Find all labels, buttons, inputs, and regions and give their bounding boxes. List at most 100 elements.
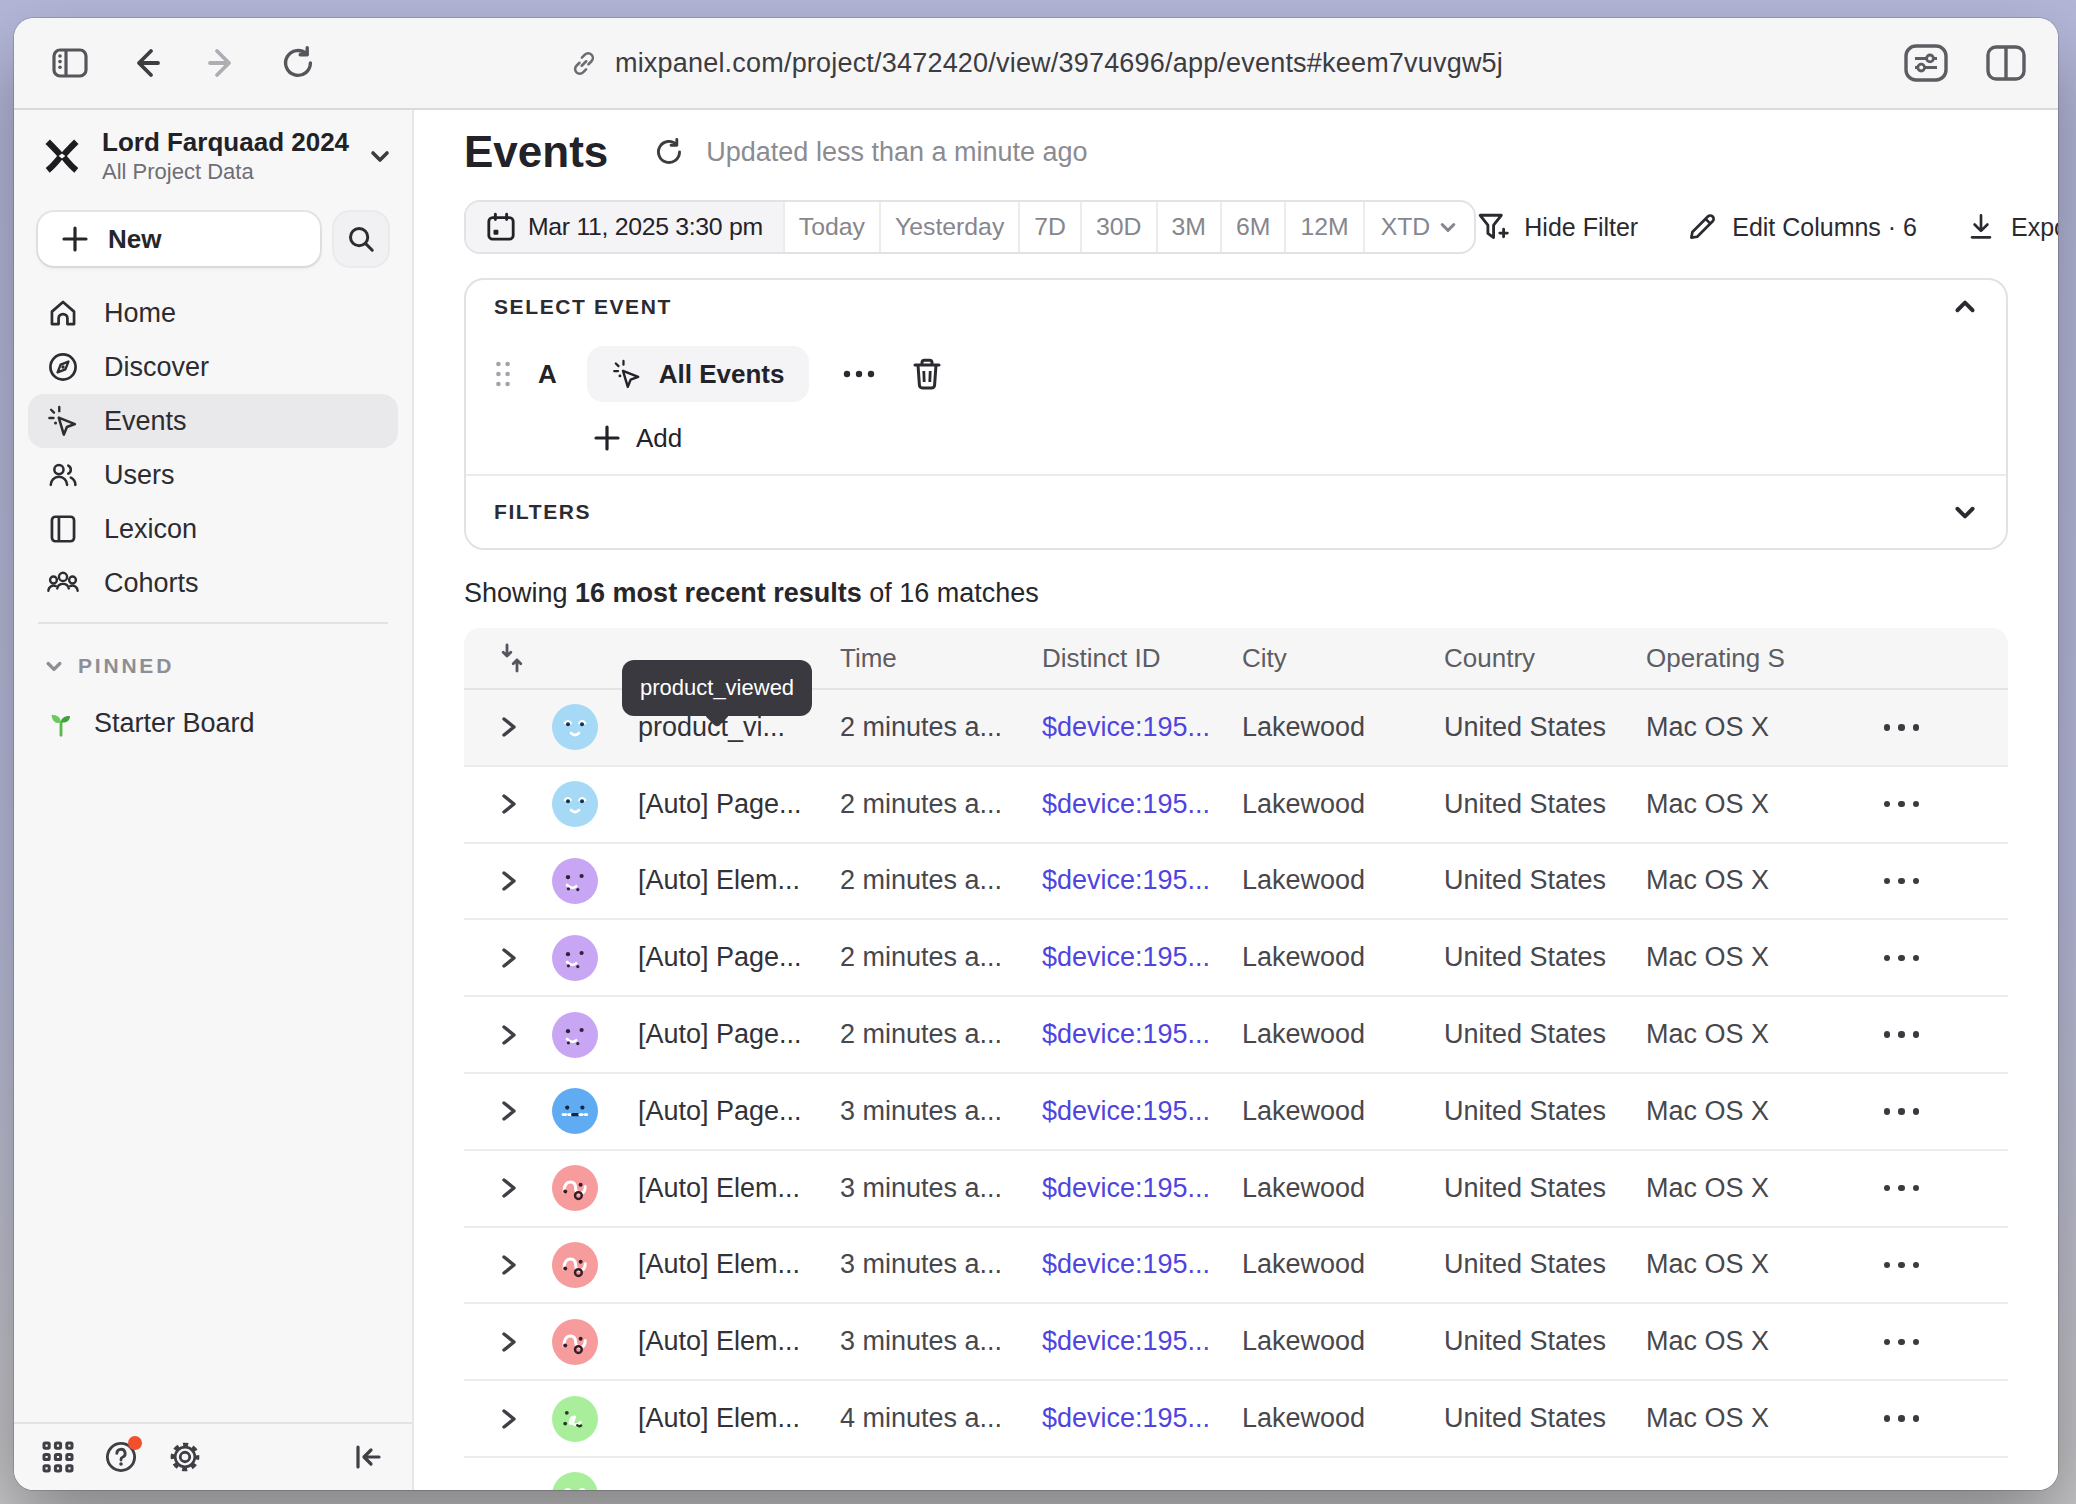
event-selector-chip[interactable]: All Events — [587, 346, 809, 402]
row-actions-icon[interactable] — [1848, 724, 2008, 730]
table-row[interactable]: [Auto] Page...2 minutes a...$device:195.… — [464, 995, 2008, 1072]
search-button[interactable] — [334, 212, 388, 266]
address-bar[interactable]: mixpanel.com/project/3472420/view/397469… — [569, 48, 1503, 79]
date-preset-30d[interactable]: 30D — [1082, 202, 1158, 252]
cell-event-name: [Auto] Elem... — [606, 865, 808, 896]
plus-icon — [594, 425, 620, 451]
date-custom-xtd[interactable]: XTD — [1365, 202, 1475, 252]
cell-os: Mac OS X — [1614, 712, 1816, 743]
date-preset-7d[interactable]: 7D — [1020, 202, 1082, 252]
expand-row-icon[interactable] — [500, 1099, 518, 1123]
sidebar-item-home[interactable]: Home — [28, 286, 398, 340]
expand-row-icon[interactable] — [500, 1176, 518, 1200]
sidebar-item-discover[interactable]: Discover — [28, 340, 398, 394]
edit-columns-button[interactable]: Edit Columns · 6 — [1686, 211, 1917, 243]
pinned-section-header[interactable]: PINNED — [14, 636, 412, 678]
date-current[interactable]: Mar 11, 2025 3:30 pm — [466, 202, 785, 252]
cell-os: Mac OS X — [1614, 865, 1816, 896]
tooltip: product_viewed — [622, 660, 812, 716]
expand-row-icon[interactable] — [500, 1407, 518, 1431]
collapse-sidebar-icon[interactable] — [352, 1441, 384, 1473]
sidebar-item-lexicon[interactable]: Lexicon — [28, 502, 398, 556]
download-icon — [1965, 211, 1997, 243]
cell-city: Lakewood — [1210, 942, 1412, 973]
table-row[interactable]: [Auto] Elem...2 minutes a...$device:195.… — [464, 842, 2008, 919]
table-row[interactable]: [Auto] Elem...4 minutes a...$device:195.… — [464, 1379, 2008, 1456]
sidebar-toggle-icon[interactable] — [42, 35, 98, 91]
table-row[interactable]: [Auto] Elem...3 minutes a...$device:195.… — [464, 1149, 2008, 1226]
event-avatar — [552, 1165, 598, 1211]
pinned-item-starter-board[interactable]: Starter Board — [14, 678, 412, 739]
expand-row-icon[interactable] — [500, 715, 518, 739]
more-options-icon[interactable] — [843, 370, 875, 378]
sidebar-item-cohorts[interactable]: Cohorts — [28, 556, 398, 610]
row-actions-icon[interactable] — [1848, 1262, 2008, 1268]
cell-country: United States — [1412, 865, 1614, 896]
page-settings-icon[interactable] — [1898, 35, 1954, 91]
cell-distinct-id: $device:195... — [1010, 1249, 1210, 1280]
table-row[interactable]: [Auto] Elem...3 minutes a...$device:195.… — [464, 1226, 2008, 1303]
expand-row-icon[interactable] — [500, 1330, 518, 1354]
expand-row-icon[interactable] — [500, 946, 518, 970]
events-icon — [46, 404, 80, 438]
column-header-time[interactable]: Time — [808, 643, 1010, 674]
expand-row-icon[interactable] — [500, 792, 518, 816]
row-actions-icon[interactable] — [1848, 801, 2008, 807]
export-button[interactable]: Export — [1965, 211, 2058, 243]
expand-row-icon[interactable] — [500, 869, 518, 893]
sidebar-item-users[interactable]: Users — [28, 448, 398, 502]
split-view-icon[interactable] — [1978, 35, 2034, 91]
cell-city: Lakewood — [1210, 1403, 1412, 1434]
table-row[interactable]: [Auto] Page...3 minutes a...$device:195.… — [464, 1072, 2008, 1149]
hide-filter-button[interactable]: Hide Filter — [1476, 210, 1638, 244]
workspace-switcher[interactable]: Lord Farquaad 2024 All Project Data — [14, 110, 412, 186]
add-event-button[interactable]: Add — [594, 420, 714, 456]
drag-handle[interactable] — [494, 358, 512, 390]
expand-row-icon[interactable] — [500, 1023, 518, 1047]
expand-section-icon[interactable] — [1952, 499, 1978, 525]
row-actions-icon[interactable] — [1848, 955, 2008, 961]
column-header-city[interactable]: City — [1210, 643, 1412, 674]
apps-grid-icon[interactable] — [42, 1441, 74, 1473]
help-button[interactable] — [104, 1440, 138, 1474]
cell-city: Lakewood — [1210, 1173, 1412, 1204]
sidebar-item-events[interactable]: Events — [28, 394, 398, 448]
cell-event-name: [Auto] Page... — [606, 1019, 808, 1050]
table-row[interactable]: [Auto] Elem...3 minutes a...$device:195.… — [464, 1302, 2008, 1379]
date-preset-6m[interactable]: 6M — [1222, 202, 1286, 252]
row-actions-icon[interactable] — [1848, 1108, 2008, 1114]
delete-icon[interactable] — [911, 357, 943, 391]
link-icon — [569, 48, 599, 78]
row-actions-icon[interactable] — [1848, 1031, 2008, 1037]
date-preset-today[interactable]: Today — [785, 202, 881, 252]
date-preset-3m[interactable]: 3M — [1158, 202, 1222, 252]
cell-city: Lakewood — [1210, 1249, 1412, 1280]
table-row[interactable]: [Auto] Page...2 minutes a...$device:195.… — [464, 918, 2008, 995]
collapse-section-icon[interactable] — [1952, 294, 1978, 320]
refresh-icon[interactable] — [652, 135, 686, 169]
new-button[interactable]: New — [38, 212, 320, 266]
date-preset-12m[interactable]: 12M — [1286, 202, 1364, 252]
row-actions-icon[interactable] — [1848, 878, 2008, 884]
sort-column-header[interactable] — [464, 643, 544, 673]
date-preset-yesterday[interactable]: Yesterday — [881, 202, 1020, 252]
filter-icon — [1476, 210, 1510, 244]
column-header-country[interactable]: Country — [1412, 643, 1614, 674]
back-button[interactable] — [118, 35, 174, 91]
cell-country: United States — [1412, 942, 1614, 973]
table-row[interactable] — [464, 1456, 2008, 1490]
column-header-distinct-id[interactable]: Distinct ID — [1010, 643, 1210, 674]
row-actions-icon[interactable] — [1848, 1415, 2008, 1421]
reload-button[interactable] — [270, 35, 326, 91]
expand-row-icon[interactable] — [500, 1253, 518, 1277]
column-header-os[interactable]: Operating S — [1614, 643, 1816, 674]
forward-button[interactable] — [194, 35, 250, 91]
event-avatar — [552, 1396, 598, 1442]
settings-gear-icon[interactable] — [168, 1440, 202, 1474]
row-actions-icon[interactable] — [1848, 1339, 2008, 1345]
cell-event-name: [Auto] Page... — [606, 789, 808, 820]
browser-toolbar: mixpanel.com/project/3472420/view/397469… — [14, 18, 2058, 110]
row-actions-icon[interactable] — [1848, 1185, 2008, 1191]
cell-distinct-id: $device:195... — [1010, 712, 1210, 743]
table-row[interactable]: [Auto] Page...2 minutes a...$device:195.… — [464, 765, 2008, 842]
